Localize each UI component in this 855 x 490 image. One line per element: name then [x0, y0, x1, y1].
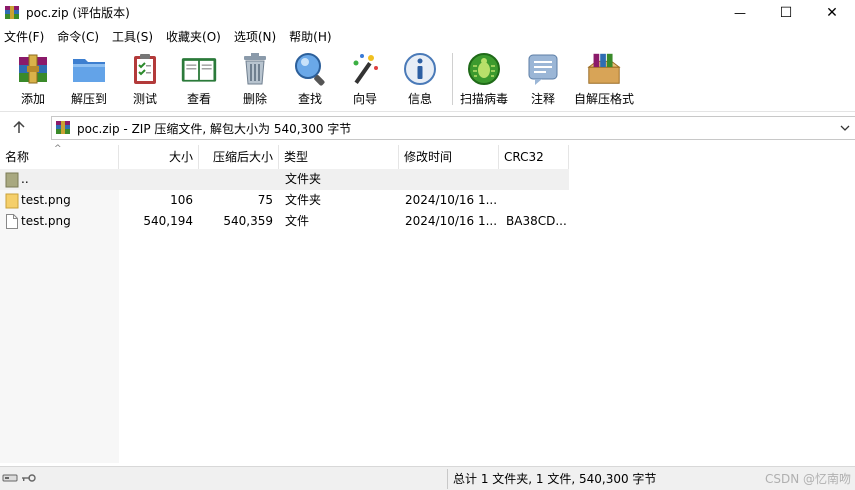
- file-packed: 75: [257, 193, 273, 207]
- arrow-up-icon: [12, 120, 26, 137]
- menu-file[interactable]: 文件(F): [0, 28, 48, 45]
- column-type[interactable]: 类型: [279, 145, 399, 169]
- virus-scan-button[interactable]: 扫描病毒: [460, 51, 508, 109]
- menu-options[interactable]: 选项(N): [230, 28, 280, 45]
- test-icon: [126, 51, 164, 87]
- close-button[interactable]: ✕: [809, 0, 855, 25]
- archive-icon: [55, 120, 71, 136]
- menu-help[interactable]: 帮助(H): [285, 28, 335, 45]
- maximize-icon: ☐: [779, 4, 793, 21]
- list-item[interactable]: test.png 540,194 540,359 文件 2024/10/16 1…: [0, 211, 569, 232]
- file-size: 540,194: [143, 214, 193, 228]
- minimize-button[interactable]: —: [717, 0, 763, 25]
- column-name[interactable]: 名称 ^: [0, 144, 119, 169]
- sfx-icon: [585, 51, 623, 87]
- list-item[interactable]: .. 文件夹: [0, 169, 569, 190]
- file-packed: [199, 169, 273, 190]
- menu-commands[interactable]: 命令(C): [53, 28, 103, 45]
- winrar-icon: [4, 5, 20, 21]
- view-button[interactable]: 查看: [180, 51, 218, 109]
- maximize-button[interactable]: ☐: [763, 0, 809, 25]
- sort-ascending-icon: ^: [54, 144, 62, 154]
- chevron-down-icon[interactable]: [839, 122, 851, 137]
- title-bar: poc.zip (评估版本) — ☐ ✕: [0, 0, 855, 25]
- menu-favorites[interactable]: 收藏夹(O): [162, 28, 225, 45]
- status-drive: [2, 472, 37, 486]
- file-type: 文件夹: [285, 193, 322, 207]
- column-packed[interactable]: 压缩后大小: [199, 145, 279, 169]
- file-size: [119, 169, 193, 190]
- add-archive-icon: [14, 51, 52, 87]
- column-modified[interactable]: 修改时间: [399, 145, 499, 169]
- address-bar: poc.zip - ZIP 压缩文件, 解包大小为 540,300 字节: [0, 113, 855, 143]
- window-title: poc.zip (评估版本): [26, 6, 130, 20]
- file-name: test.png: [21, 193, 71, 207]
- comment-button[interactable]: 注释: [524, 51, 562, 109]
- view-icon: [180, 51, 218, 87]
- key-icon: [21, 472, 37, 486]
- status-summary: 总计 1 文件夹, 1 文件, 540,300 字节: [453, 472, 657, 486]
- sfx-button[interactable]: 自解压格式: [574, 51, 634, 109]
- wizard-icon: [346, 51, 384, 87]
- info-icon: [401, 51, 439, 87]
- info-button[interactable]: 信息: [401, 51, 439, 109]
- file-type: 文件: [285, 214, 310, 228]
- address-path: poc.zip - ZIP 压缩文件, 解包大小为 540,300 字节: [77, 121, 352, 136]
- minimize-icon: —: [734, 5, 746, 20]
- file-name: ..: [21, 172, 29, 186]
- menu-tools[interactable]: 工具(S): [108, 28, 157, 45]
- status-bar: 总计 1 文件夹, 1 文件, 540,300 字节 CSDN @忆南吻: [0, 466, 855, 490]
- file-crc: [506, 169, 568, 190]
- up-button[interactable]: [6, 117, 32, 139]
- comment-icon: [524, 51, 562, 87]
- file-type: 文件夹: [285, 172, 322, 186]
- virus-scan-icon: [465, 51, 503, 87]
- status-divider: [447, 469, 448, 489]
- find-icon: [291, 51, 329, 87]
- toolbar-separator: [452, 53, 453, 105]
- column-size[interactable]: 大小: [119, 145, 199, 169]
- drive-icon: [2, 472, 18, 486]
- column-crc32[interactable]: CRC32: [499, 145, 569, 169]
- file-modified: 2024/10/16 1...: [405, 193, 497, 207]
- extract-to-icon: [70, 51, 108, 87]
- file-packed: 540,359: [223, 214, 273, 228]
- add-button[interactable]: 添加: [14, 51, 52, 109]
- file-modified: [405, 169, 497, 190]
- file-crc: [506, 190, 568, 211]
- file-name: test.png: [21, 214, 71, 228]
- list-header: 名称 ^ 大小 压缩后大小 类型 修改时间 CRC32: [0, 144, 855, 169]
- menu-bar: 文件(F) 命令(C) 工具(S) 收藏夹(O) 选项(N) 帮助(H): [0, 25, 855, 47]
- address-field[interactable]: poc.zip - ZIP 压缩文件, 解包大小为 540,300 字节: [51, 116, 855, 140]
- parent-folder-icon: [5, 171, 19, 188]
- file-crc: BA38CD...: [506, 214, 567, 228]
- close-icon: ✕: [826, 4, 838, 21]
- file-icon: [5, 213, 19, 230]
- file-modified: 2024/10/16 1...: [405, 214, 497, 228]
- wizard-button[interactable]: 向导: [346, 51, 384, 109]
- list-item[interactable]: test.png 106 75 文件夹 2024/10/16 1...: [0, 190, 569, 211]
- delete-button[interactable]: 删除: [236, 51, 274, 109]
- extract-to-button[interactable]: 解压到: [70, 51, 108, 109]
- delete-icon: [236, 51, 274, 87]
- test-button[interactable]: 测试: [126, 51, 164, 109]
- file-size: 106: [170, 193, 193, 207]
- watermark-text: CSDN @忆南吻: [764, 472, 851, 486]
- find-button[interactable]: 查找: [291, 51, 329, 109]
- folder-icon: [5, 192, 19, 209]
- toolbar: 添加 解压到 测试 查看 删除 查找 向导 信息 扫描病毒 注释 自解压格式: [0, 47, 855, 112]
